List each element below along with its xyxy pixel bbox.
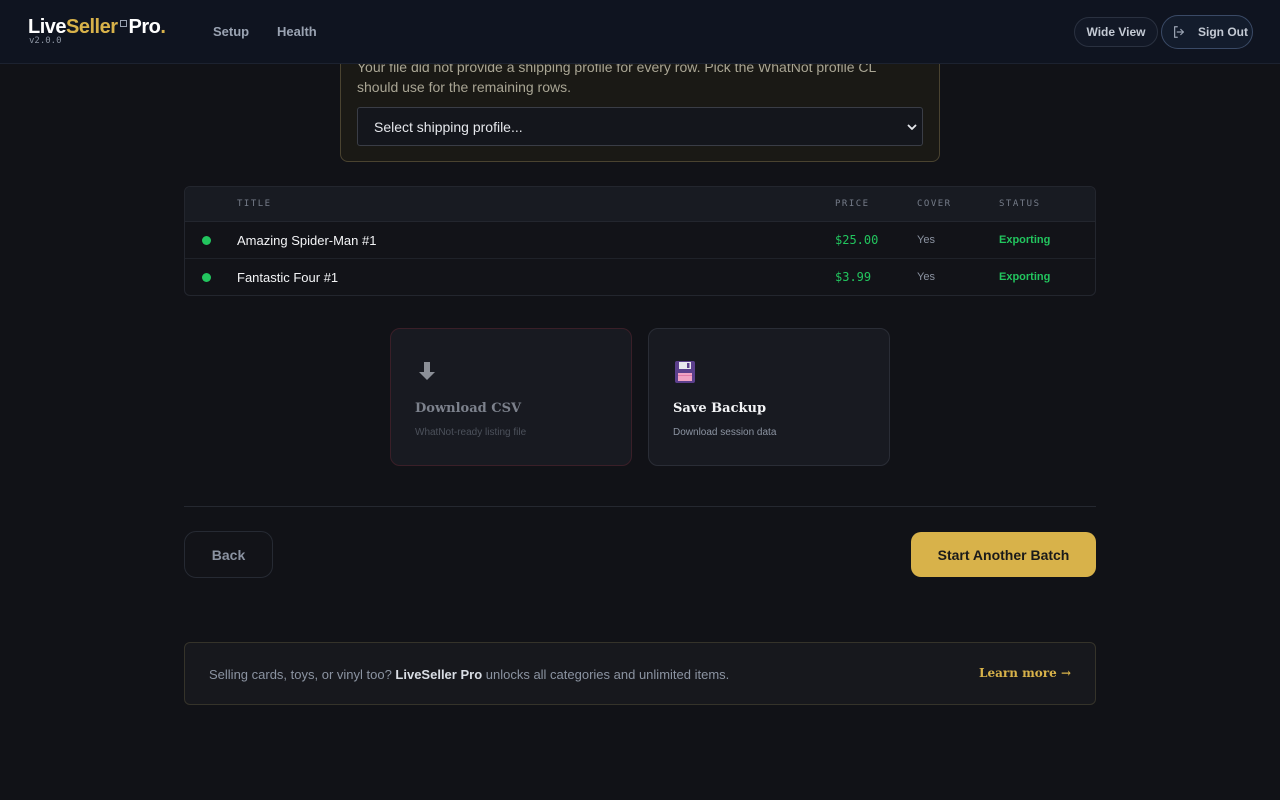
item-title: Amazing Spider-Man #1: [237, 233, 377, 248]
item-price: $3.99: [835, 270, 872, 284]
item-cover: Yes: [917, 234, 935, 246]
save-backup-card[interactable]: Save Backup Download session data: [648, 328, 890, 466]
save-backup-title: Save Backup: [673, 401, 767, 416]
logo-square-icon: [119, 20, 127, 27]
logo-seller: Seller: [66, 16, 118, 38]
start-another-batch-label: Start Another Batch: [937, 546, 1070, 563]
status-dot-icon: [202, 273, 211, 282]
sign-out-label: Sign Out: [1198, 25, 1248, 39]
download-arrow-icon: [419, 362, 435, 380]
column-header-cover: COVER: [917, 199, 952, 209]
sign-out-icon: [1174, 26, 1184, 38]
item-cover: Yes: [917, 271, 935, 283]
table-row[interactable]: Fantastic Four #1 $3.99 Yes Exporting: [185, 259, 1095, 295]
logo[interactable]: Live Seller Pro. v2.0.0: [28, 15, 166, 46]
nav-health[interactable]: Health: [277, 24, 317, 39]
item-status: Exporting: [999, 234, 1051, 246]
table-header: TITLE PRICE COVER STATUS: [185, 187, 1095, 222]
logo-pro: Pro: [128, 16, 161, 38]
item-status: Exporting: [999, 271, 1051, 283]
item-price: $25.00: [835, 233, 879, 247]
column-header-price: PRICE: [835, 199, 870, 209]
table-row[interactable]: Amazing Spider-Man #1 $25.00 Yes Exporti…: [185, 222, 1095, 259]
shipping-profile-select-value: Select shipping profile...: [374, 118, 523, 135]
status-dot-icon: [202, 236, 211, 245]
wide-view-button[interactable]: Wide View: [1074, 17, 1158, 47]
promo-brand: LiveSeller Pro: [395, 667, 483, 682]
back-button[interactable]: Back: [184, 531, 273, 578]
promo-text-after: unlocks all categories and unlimited ite…: [482, 667, 730, 682]
save-backup-subtitle: Download session data: [673, 427, 777, 438]
floppy-disk-icon: [675, 361, 695, 383]
upgrade-promo-banner: Selling cards, toys, or vinyl too? LiveS…: [184, 642, 1096, 705]
items-table: TITLE PRICE COVER STATUS Amazing Spider-…: [184, 186, 1096, 296]
nav-setup[interactable]: Setup: [213, 24, 249, 39]
chevron-down-icon: [907, 124, 917, 130]
promo-text: Selling cards, toys, or vinyl too? LiveS…: [209, 667, 729, 682]
learn-more-link[interactable]: Learn more →: [979, 666, 1071, 680]
promo-text-before: Selling cards, toys, or vinyl too?: [209, 667, 396, 682]
shipping-profile-select[interactable]: Select shipping profile...: [357, 107, 923, 146]
column-header-status: STATUS: [999, 199, 1041, 209]
logo-dot: .: [160, 16, 166, 38]
sign-out-button[interactable]: Sign Out: [1161, 15, 1253, 49]
item-title: Fantastic Four #1: [237, 270, 339, 285]
top-header: Live Seller Pro. v2.0.0 Setup Health Wide …: [0, 0, 1280, 64]
column-header-title: TITLE: [237, 199, 272, 209]
download-csv-title: Download CSV: [415, 401, 522, 416]
wide-view-label: Wide View: [1086, 25, 1146, 39]
back-label: Back: [211, 546, 246, 563]
section-divider: [184, 506, 1096, 507]
download-csv-subtitle: WhatNot-ready listing file: [415, 427, 527, 438]
start-another-batch-button[interactable]: Start Another Batch: [911, 532, 1096, 577]
download-csv-card[interactable]: Download CSV WhatNot-ready listing file: [390, 328, 632, 466]
